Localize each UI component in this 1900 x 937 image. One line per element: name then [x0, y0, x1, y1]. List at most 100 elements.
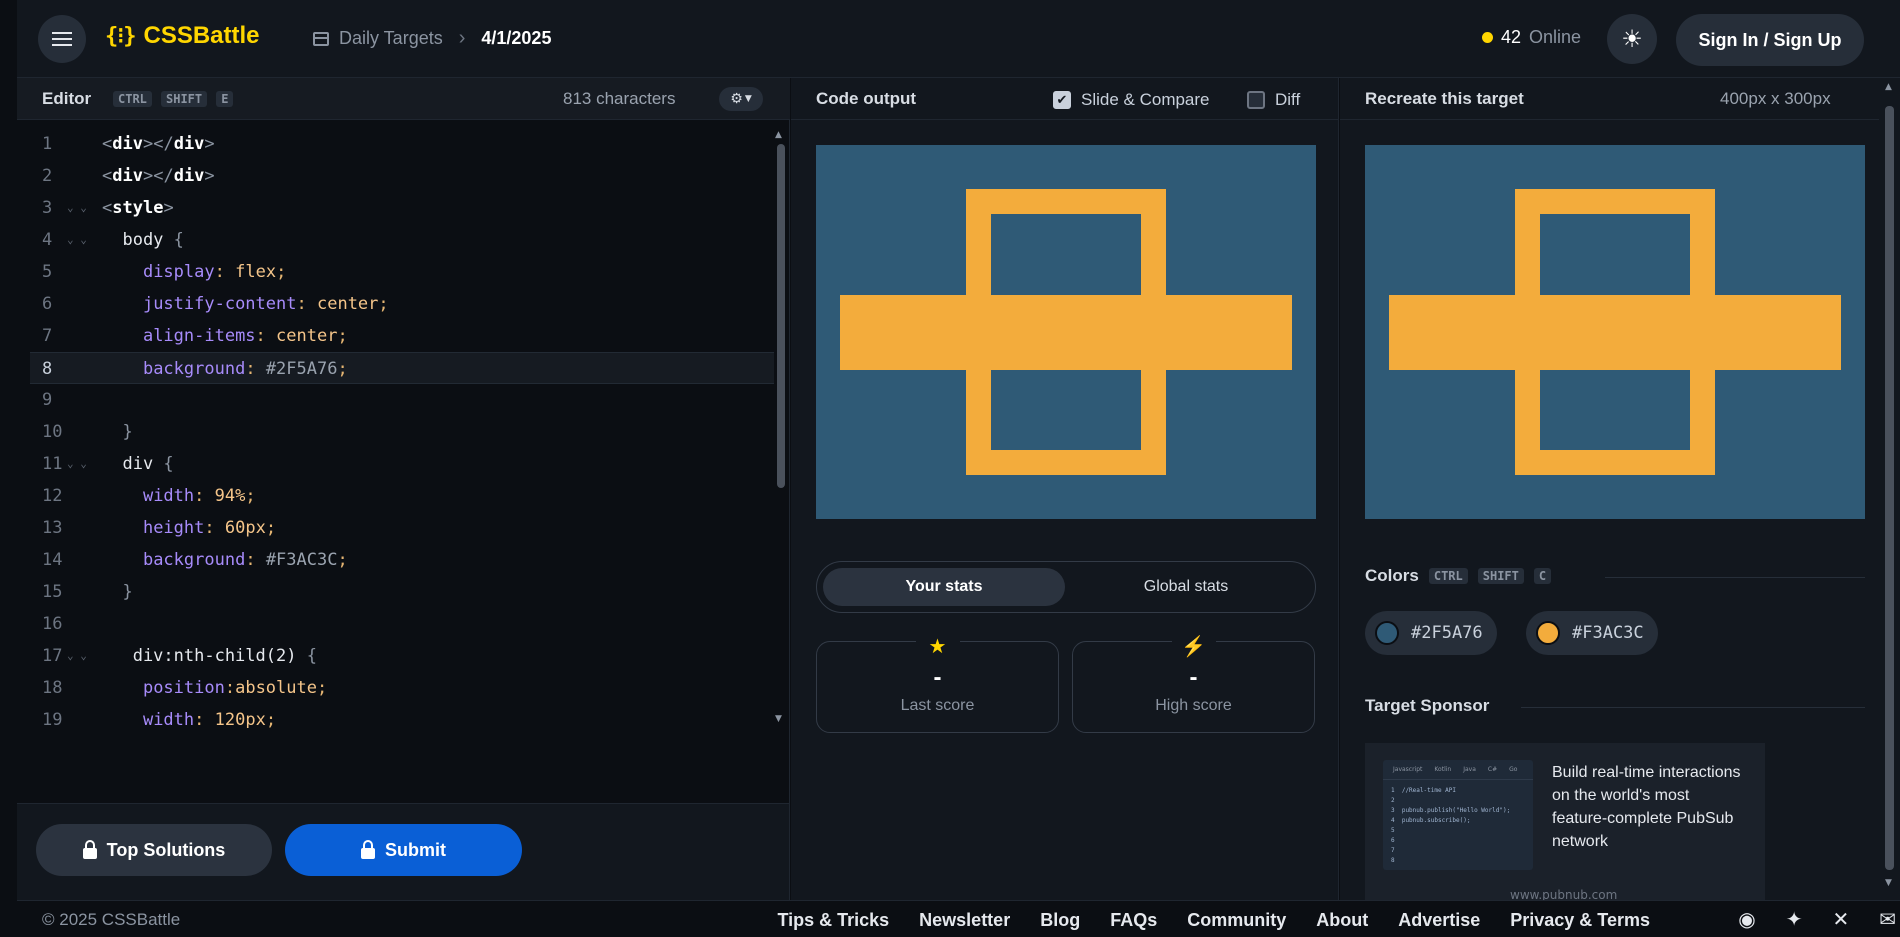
code-line[interactable]: 7 align-items: center; — [17, 320, 774, 352]
footer-link-advertise[interactable]: Advertise — [1398, 910, 1480, 931]
line-number: 15 — [42, 582, 63, 602]
code-line[interactable]: 4 ⌄ ⌄ body { — [17, 224, 774, 256]
color-swatch[interactable]: #2F5A76 — [1365, 611, 1497, 655]
code-text: display: flex; — [142, 262, 287, 282]
slide-compare-toggle[interactable]: ✔ Slide & Compare — [1053, 90, 1210, 110]
code-text: width: 120px; — [142, 710, 277, 728]
copyright: © 2025 CSSBattle — [42, 910, 181, 929]
footer-link-about[interactable]: About — [1316, 910, 1368, 931]
kbd-key: SHIFT — [1477, 568, 1524, 584]
fold-icon[interactable]: ⌄ ⌄ — [67, 192, 87, 224]
tab-your-stats[interactable]: Your stats — [823, 568, 1065, 606]
scroll-up-icon[interactable]: ▲ — [1885, 82, 1892, 92]
gear-icon: ⚙ — [730, 91, 743, 107]
footer-link-newsletter[interactable]: Newsletter — [919, 910, 1010, 931]
sponsor-heading: Target Sponsor — [1365, 696, 1489, 716]
top-solutions-button[interactable]: Top Solutions — [36, 824, 272, 876]
high-score-card: ⚡ - High score — [1072, 634, 1315, 733]
fold-icon[interactable]: ⌄ ⌄ — [67, 448, 87, 480]
sponsor-url[interactable]: www.pubnub.com — [1510, 888, 1617, 900]
code-line[interactable]: 8 background: #2F5A76; — [30, 352, 774, 384]
footer-link-blog[interactable]: Blog — [1040, 910, 1080, 931]
checkbox-icon[interactable] — [1247, 91, 1265, 109]
line-number: 19 — [42, 710, 63, 728]
line-number: 17 — [42, 646, 63, 666]
sign-in-button[interactable]: Sign In / Sign Up — [1676, 14, 1864, 66]
logo-text: CSSBattle — [143, 22, 260, 49]
caret-down-icon: ▼ — [744, 94, 752, 104]
color-dot-icon — [1536, 621, 1560, 645]
code-editor[interactable]: 1 <div></div> 2 <div></div> 3 ⌄ ⌄ <style> 4 ⌄ ⌄ … — [17, 128, 774, 728]
line-number: 5 — [42, 262, 53, 282]
theme-toggle-button[interactable]: ☀ — [1607, 14, 1657, 64]
scroll-down-icon[interactable]: ▼ — [775, 714, 782, 724]
last-score-card: ★ - Last score — [816, 634, 1059, 733]
code-line[interactable]: 16 — [17, 608, 774, 640]
character-count: 813 characters — [563, 89, 676, 108]
footer-link-tips[interactable]: Tips & Tricks — [777, 910, 889, 931]
x-icon[interactable]: ✕ — [1832, 907, 1849, 932]
code-output-canvas[interactable] — [816, 145, 1316, 519]
code-text: } — [122, 422, 133, 442]
checkbox-checked-icon[interactable]: ✔ — [1053, 91, 1071, 109]
code-line[interactable]: 9 — [17, 384, 774, 416]
color-hex: #2F5A76 — [1411, 623, 1483, 643]
code-line[interactable]: 19 width: 120px; — [17, 704, 774, 728]
line-number: 6 — [42, 294, 53, 314]
editor-scroll-thumb[interactable] — [777, 144, 785, 488]
code-line[interactable]: 6 justify-content: center; — [17, 288, 774, 320]
code-line[interactable]: 11 ⌄ ⌄ div { — [17, 448, 774, 480]
editor-scrollbar[interactable]: ▲ ▼ — [774, 128, 788, 793]
scroll-down-icon[interactable]: ▼ — [1885, 878, 1892, 888]
code-line[interactable]: 15 } — [17, 576, 774, 608]
code-text: } — [122, 582, 133, 602]
code-line[interactable]: 18 position:absolute; — [17, 672, 774, 704]
color-dot-icon — [1375, 621, 1399, 645]
target-title: Recreate this target — [1365, 89, 1524, 108]
color-swatch[interactable]: #F3AC3C — [1526, 611, 1658, 655]
footer-link-faqs[interactable]: FAQs — [1110, 910, 1157, 931]
submit-button[interactable]: Submit — [285, 824, 522, 876]
code-line[interactable]: 14 background: #F3AC3C; — [17, 544, 774, 576]
last-score-value: - — [933, 664, 942, 691]
menu-button[interactable] — [38, 15, 86, 63]
sponsor-text: Build real-time interactions on the worl… — [1552, 764, 1741, 850]
code-line[interactable]: 17 ⌄ ⌄ div:nth-child(2) { — [17, 640, 774, 672]
bluesky-icon[interactable]: ✦ — [1786, 907, 1803, 932]
code-line[interactable]: 13 height: 60px; — [17, 512, 774, 544]
footer-links: Tips & Tricks Newsletter Blog FAQs Commu… — [777, 910, 1650, 931]
slide-compare-label: Slide & Compare — [1081, 90, 1210, 109]
page-scroll-thumb[interactable] — [1885, 106, 1894, 870]
sponsor-code-tab: Kotlin — [1434, 766, 1452, 773]
editor-footer: Top Solutions Submit — [17, 803, 790, 900]
mail-icon[interactable]: ✉ — [1879, 907, 1896, 932]
fold-icon[interactable]: ⌄ ⌄ — [67, 224, 87, 256]
tab-global-stats[interactable]: Global stats — [1065, 568, 1307, 606]
editor-settings-button[interactable]: ⚙ ▼ — [719, 87, 763, 111]
logo[interactable]: {⁝} CSSBattle — [105, 22, 260, 50]
high-score-label: High score — [1155, 697, 1232, 714]
code-line[interactable]: 1 <div></div> — [17, 128, 774, 160]
footer-link-privacy[interactable]: Privacy & Terms — [1510, 910, 1650, 931]
code-line[interactable]: 5 display: flex; — [17, 256, 774, 288]
breadcrumb-daily-targets[interactable]: Daily Targets — [339, 28, 443, 49]
editor-toolbar: Editor CTRL SHIFT E 813 characters ⚙ ▼ — [17, 78, 790, 120]
fold-icon[interactable]: ⌄ ⌄ — [67, 640, 87, 672]
calendar-icon — [313, 31, 329, 46]
code-line[interactable]: 3 ⌄ ⌄ <style> — [17, 192, 774, 224]
scroll-up-icon[interactable]: ▲ — [775, 130, 782, 140]
discord-icon[interactable]: ◉ — [1738, 907, 1755, 932]
page-scrollbar[interactable]: ▲ ▼ — [1879, 78, 1900, 900]
sponsor-ad[interactable]: Javascript Kotlin Java C# Go 1 //Real-ti… — [1365, 743, 1765, 900]
line-number: 18 — [42, 678, 63, 698]
target-toolbar: Recreate this target 400px x 300px — [1340, 78, 1900, 120]
sponsor-code-tab: Java — [1463, 766, 1476, 773]
code-text: background: #F3AC3C; — [142, 550, 348, 570]
breadcrumb-date: 4/1/2025 — [481, 28, 552, 48]
footer-link-community[interactable]: Community — [1187, 910, 1286, 931]
code-line[interactable]: 10 } — [17, 416, 774, 448]
code-line[interactable]: 12 width: 94%; — [17, 480, 774, 512]
code-line[interactable]: 2 <div></div> — [17, 160, 774, 192]
diff-toggle[interactable]: Diff — [1247, 90, 1300, 110]
divider — [1605, 577, 1865, 578]
